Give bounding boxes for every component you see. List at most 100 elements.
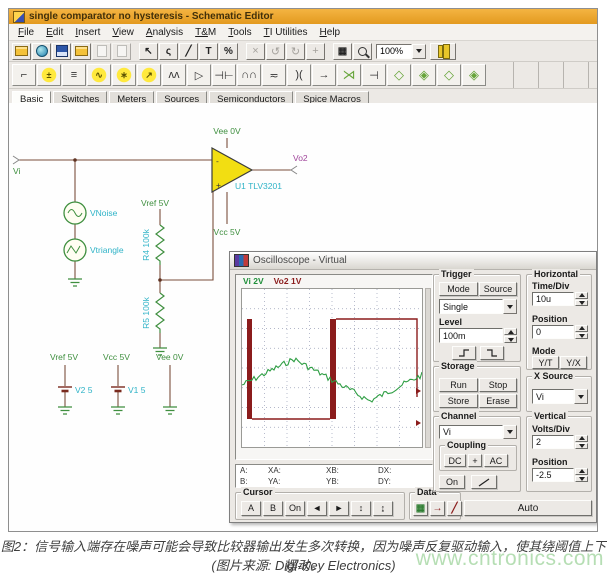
coupling-ac-button[interactable]: AC <box>484 454 508 467</box>
trigger-mode-select[interactable]: Single <box>439 299 517 314</box>
wire-tool-icon[interactable]: ς <box>159 43 178 60</box>
vccs-icon[interactable]: ◈ <box>412 64 436 86</box>
resistor-r4[interactable] <box>156 225 164 265</box>
ccvs-icon[interactable]: ◇ <box>437 64 461 86</box>
input-pin[interactable] <box>13 156 19 164</box>
cursor-button-b[interactable]: B <box>263 501 283 516</box>
menu-view[interactable]: View <box>106 26 140 39</box>
zoom-level-select[interactable]: 100% <box>376 44 426 59</box>
spin-up-icon[interactable] <box>575 325 588 332</box>
open-file-icon[interactable] <box>12 43 31 60</box>
channel-select[interactable]: Vi <box>439 425 517 439</box>
save-icon[interactable] <box>52 43 71 60</box>
dropdown-arrow-icon[interactable] <box>503 425 517 439</box>
coupling-dc-button[interactable]: DC <box>444 454 466 467</box>
vtriangle-source[interactable] <box>64 239 86 261</box>
zoom-dropdown-arrow-icon[interactable] <box>412 44 426 59</box>
grid-toggle-icon[interactable]: ▦ <box>333 43 352 60</box>
cursor-button-[interactable]: ◄ <box>307 501 327 516</box>
coupling-gnd-button[interactable]: + <box>468 454 482 467</box>
cursor-button-[interactable]: ↨ <box>373 501 393 516</box>
cursor-button-a[interactable]: A <box>241 501 261 516</box>
transistor-icon[interactable]: ⋊ <box>337 64 361 86</box>
menu-ti-utilities[interactable]: TI Utilities <box>258 26 314 39</box>
output-pin[interactable] <box>291 166 297 174</box>
falling-edge-button[interactable] <box>480 346 504 360</box>
battery-v1[interactable] <box>111 387 125 391</box>
select-cursor-icon[interactable]: ↖ <box>139 43 158 60</box>
current-generator-icon[interactable]: ↗ <box>137 64 161 86</box>
edit-data-icon[interactable]: ╱ <box>447 501 462 516</box>
cursor-button-[interactable]: ↕ <box>351 501 371 516</box>
scope-scrollbar[interactable] <box>425 288 431 448</box>
io-connector-icon[interactable] <box>430 43 456 60</box>
menu-analysis[interactable]: Analysis <box>140 26 189 39</box>
zoom-icon[interactable] <box>353 43 372 60</box>
menu-file[interactable]: File <box>12 26 40 39</box>
current-source-icon[interactable]: ∗ <box>112 64 136 86</box>
cursor-button-[interactable]: ► <box>329 501 349 516</box>
cursor-button-on[interactable]: On <box>285 501 305 516</box>
vcvs-icon[interactable]: ◇ <box>387 64 411 86</box>
copy-icon[interactable] <box>92 43 111 60</box>
menu-edit[interactable]: Edit <box>40 26 69 39</box>
dropdown-arrow-icon[interactable] <box>574 389 588 404</box>
xsource-select[interactable]: Vi <box>532 389 588 404</box>
menu-t-m[interactable]: T&M <box>189 26 222 39</box>
spin-up-icon[interactable] <box>575 468 588 475</box>
jumper-icon[interactable]: ⌐ <box>12 64 36 86</box>
move-icon[interactable]: + <box>306 43 325 60</box>
export-data-icon[interactable]: ▦ <box>413 501 428 516</box>
text-tool-icon[interactable]: T <box>199 43 218 60</box>
run-button[interactable]: Run <box>439 378 478 392</box>
resistor-icon[interactable]: ʌʌ <box>162 64 186 86</box>
app-titlebar[interactable]: single comparator no hysteresis - Schema… <box>9 9 597 24</box>
erase-button[interactable]: Erase <box>479 394 517 408</box>
oscilloscope-titlebar[interactable]: Oscilloscope - Virtual <box>230 252 596 270</box>
resistor-r5[interactable] <box>156 293 164 333</box>
h-position-spinner[interactable]: 0 <box>532 325 588 339</box>
trigger-level-spinner[interactable]: 100m <box>439 328 517 343</box>
delete-icon[interactable]: × <box>246 43 265 60</box>
timediv-spinner[interactable]: 10u <box>532 292 588 306</box>
voltage-generator-icon[interactable]: ∿ <box>87 64 111 86</box>
relay-icon[interactable]: → <box>312 64 336 86</box>
open-folder-icon[interactable] <box>72 43 91 60</box>
menu-insert[interactable]: Insert <box>69 26 106 39</box>
spin-down-icon[interactable] <box>575 443 588 450</box>
battery-v2[interactable] <box>58 387 72 391</box>
voltsdiv-spinner[interactable]: 2 <box>532 435 588 449</box>
inductor-icon[interactable]: ∩∩ <box>237 64 261 86</box>
potentiometer-icon[interactable]: ≂ <box>262 64 286 86</box>
trigger-mode-button[interactable]: Mode <box>439 282 478 296</box>
auto-button[interactable]: Auto <box>464 500 592 516</box>
cccs-icon[interactable]: ◈ <box>462 64 486 86</box>
spin-up-icon[interactable] <box>575 292 588 299</box>
web-import-icon[interactable] <box>32 43 51 60</box>
spin-down-icon[interactable] <box>575 333 588 340</box>
rising-edge-button[interactable] <box>452 346 476 360</box>
menu-tools[interactable]: Tools <box>222 26 257 39</box>
rotate-right-icon[interactable]: ↻ <box>286 43 305 60</box>
transformer-icon[interactable]: )( <box>287 64 311 86</box>
rotate-left-icon[interactable]: ↺ <box>266 43 285 60</box>
store-button[interactable]: Store <box>439 394 478 408</box>
slope-button[interactable] <box>471 475 497 489</box>
capacitor-icon[interactable]: ⊣⊢ <box>212 64 236 86</box>
stop-button[interactable]: Stop <box>479 378 517 392</box>
trigger-source-button[interactable]: Source <box>479 282 517 296</box>
menu-help[interactable]: Help <box>314 26 347 39</box>
symbol-tool-icon[interactable]: % <box>219 43 238 60</box>
print-icon[interactable] <box>112 43 131 60</box>
voltage-source-icon[interactable]: ± <box>37 64 61 86</box>
pen-tool-icon[interactable]: ╱ <box>179 43 198 60</box>
copy-data-icon[interactable]: → <box>430 501 445 516</box>
switch-icon[interactable]: ⊣ <box>362 64 386 86</box>
spin-up-icon[interactable] <box>575 435 588 442</box>
spin-down-icon[interactable] <box>575 300 588 307</box>
spin-up-icon[interactable] <box>504 328 517 335</box>
diode-icon[interactable]: ▷ <box>187 64 211 86</box>
battery-icon[interactable]: ≡ <box>62 64 86 86</box>
yt-mode-button[interactable]: Y/T <box>532 356 559 369</box>
v-position-spinner[interactable]: -2.5 <box>532 468 588 482</box>
